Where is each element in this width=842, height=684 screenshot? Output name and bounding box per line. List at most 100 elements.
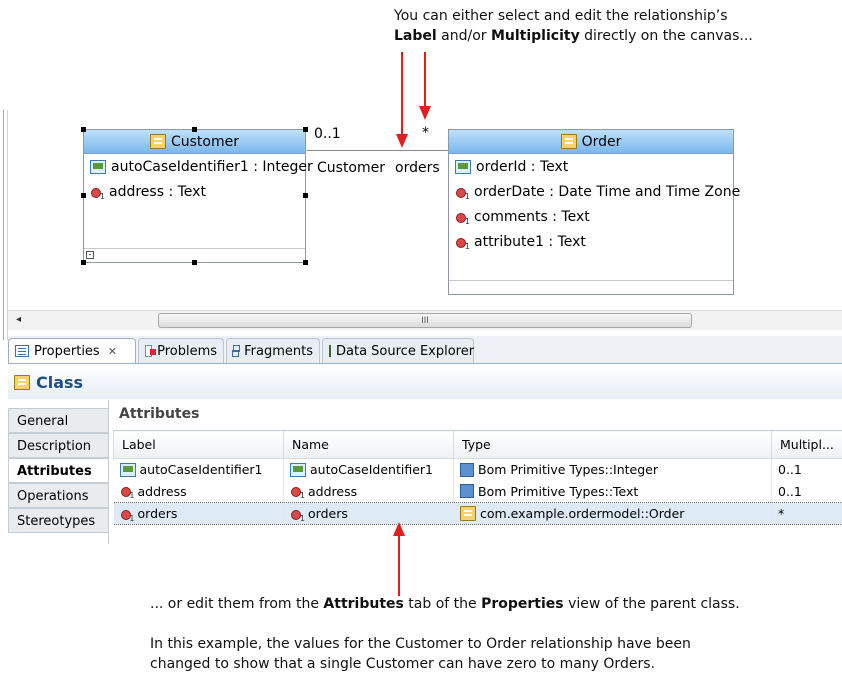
side-tab-general[interactable]: General [8,408,108,433]
cell-label[interactable]: orders [113,502,284,525]
bottom-annotation-line2: In this example, the values for the Cust… [150,636,691,652]
cell-name[interactable]: address [283,480,454,503]
column-header-name[interactable]: Name [283,430,454,459]
attribute-icon [455,185,470,201]
association-attribute-icon [290,507,305,523]
tab-problems[interactable]: Problems [138,338,224,363]
relationship-line[interactable] [307,150,449,151]
cell-multiplicity[interactable]: 0..1 [771,480,842,503]
close-icon[interactable]: ✕ [108,345,117,358]
table-row[interactable]: address address Bom Primitive Types::Tex… [113,480,842,503]
arrow-head [419,106,431,120]
customer-class-box[interactable]: Customer autoCaseIdentifier1 : Integer a… [83,129,313,263]
order-attribute[interactable]: orderId : Text [449,154,733,179]
selection-handle[interactable] [81,260,86,265]
attribute-icon [90,185,105,201]
side-tab-description[interactable]: Description [8,433,108,458]
column-header-multiplicity[interactable]: Multipl... [771,430,842,459]
cell-label[interactable]: autoCaseIdentifier1 [113,458,284,481]
cell-type[interactable]: com.example.ordermodel::Order [453,502,772,525]
selection-handle[interactable] [303,260,308,265]
top-annotation-line1: You can either select and edit the relat… [394,8,728,24]
tab-data-source-explorer[interactable]: Data Source Explorer [322,338,474,363]
order-class-header[interactable]: Order [449,130,733,154]
selection-handle[interactable] [81,193,86,198]
primitive-type-icon [460,484,474,499]
customer-class-header[interactable]: Customer [84,130,305,154]
table-row[interactable]: autoCaseIdentifier1 autoCaseIdentifier1 … [113,458,842,481]
side-tab-stereotypes[interactable]: Stereotypes [8,508,108,533]
class-icon [14,374,30,390]
selection-handle[interactable] [192,127,197,132]
scrollbar-thumb[interactable]: III [158,313,692,328]
collapse-icon[interactable]: - [86,251,94,259]
association-attribute-icon [120,507,135,523]
order-class-title: Order [581,133,622,150]
annotation-arrow-multiplicity [424,52,426,108]
arrow-head [396,134,408,148]
canvas-border-inner [7,110,8,340]
source-role-label[interactable]: Customer [317,160,385,176]
scrollbar-grip: III [421,315,429,325]
attribute-icon [455,210,470,226]
order-class-box[interactable]: Order orderId : Text orderDate : Date Ti… [448,129,740,295]
customer-attribute[interactable]: autoCaseIdentifier1 : Integer [84,154,313,179]
order-attribute[interactable]: attribute1 : Text [449,229,733,254]
identifier-attribute-icon [119,462,136,477]
fragments-icon [232,345,241,357]
selection-handle[interactable] [192,260,197,265]
data-source-icon [329,345,331,357]
attribute-icon [120,484,135,500]
attribute-icon [455,235,470,251]
cell-type[interactable]: Bom Primitive Types::Integer [453,458,772,481]
annotation-arrow-label [401,52,403,136]
tab-fragments[interactable]: Fragments [226,338,320,363]
identifier-attribute-icon [290,462,306,477]
top-annotation: You can either select and edit the relat… [394,6,753,46]
selection-handle[interactable] [303,127,308,132]
selection-handle[interactable] [303,193,308,198]
cell-multiplicity[interactable]: * [771,502,842,525]
annotation-arrow-properties [398,534,400,596]
column-header-type[interactable]: Type [453,430,772,459]
cell-name[interactable]: orders [283,502,454,525]
attributes-section-heading: Attributes [119,406,200,422]
tab-properties[interactable]: Properties ✕ [8,338,136,363]
target-multiplicity-label[interactable]: * [422,125,429,141]
compartment-divider [449,280,733,281]
source-multiplicity-label[interactable]: 0..1 [314,126,341,142]
identifier-attribute-icon [455,159,471,174]
class-icon [149,134,166,149]
bottom-annotation-line3: changed to show that a single Customer c… [150,656,655,672]
side-tab-attributes[interactable]: Attributes [8,458,108,483]
target-role-label[interactable]: orders [395,160,440,176]
canvas-horizontal-scrollbar[interactable]: ◂ III [8,310,842,330]
order-attribute[interactable]: comments : Text [449,204,733,229]
problems-icon [145,345,157,357]
attribute-icon [290,484,305,500]
properties-title: Class [36,372,84,392]
table-row-selected[interactable]: orders orders com.example.ordermodel::Or… [113,502,842,525]
top-annotation-line2: Label and/or Multiplicity directly on th… [394,28,753,44]
properties-title-bar: Class [8,365,842,399]
class-icon [560,134,577,149]
identifier-attribute-icon [90,159,106,174]
bottom-annotation: ... or edit them from the Attributes tab… [150,594,740,674]
scroll-left-arrow-icon[interactable]: ◂ [16,314,21,325]
attributes-table: Label Name Type Multipl... autoCaseIdent… [113,430,842,525]
customer-class-title: Customer [170,133,239,150]
cell-label[interactable]: address [113,480,284,503]
cell-name[interactable]: autoCaseIdentifier1 [283,458,454,481]
column-header-label[interactable]: Label [113,430,284,459]
bottom-annotation-line1: ... or edit them from the Attributes tab… [150,596,740,612]
compartment-divider [84,248,305,249]
selection-handle[interactable] [81,127,86,132]
primitive-type-icon [460,462,474,477]
side-tab-operations[interactable]: Operations [8,483,108,508]
customer-attribute[interactable]: address : Text [84,179,305,204]
cell-type[interactable]: Bom Primitive Types::Text [453,480,772,503]
canvas-border [3,110,4,340]
order-attribute[interactable]: orderDate : Date Time and Time Zone [449,179,740,204]
properties-icon [15,345,29,357]
cell-multiplicity[interactable]: 0..1 [771,458,842,481]
